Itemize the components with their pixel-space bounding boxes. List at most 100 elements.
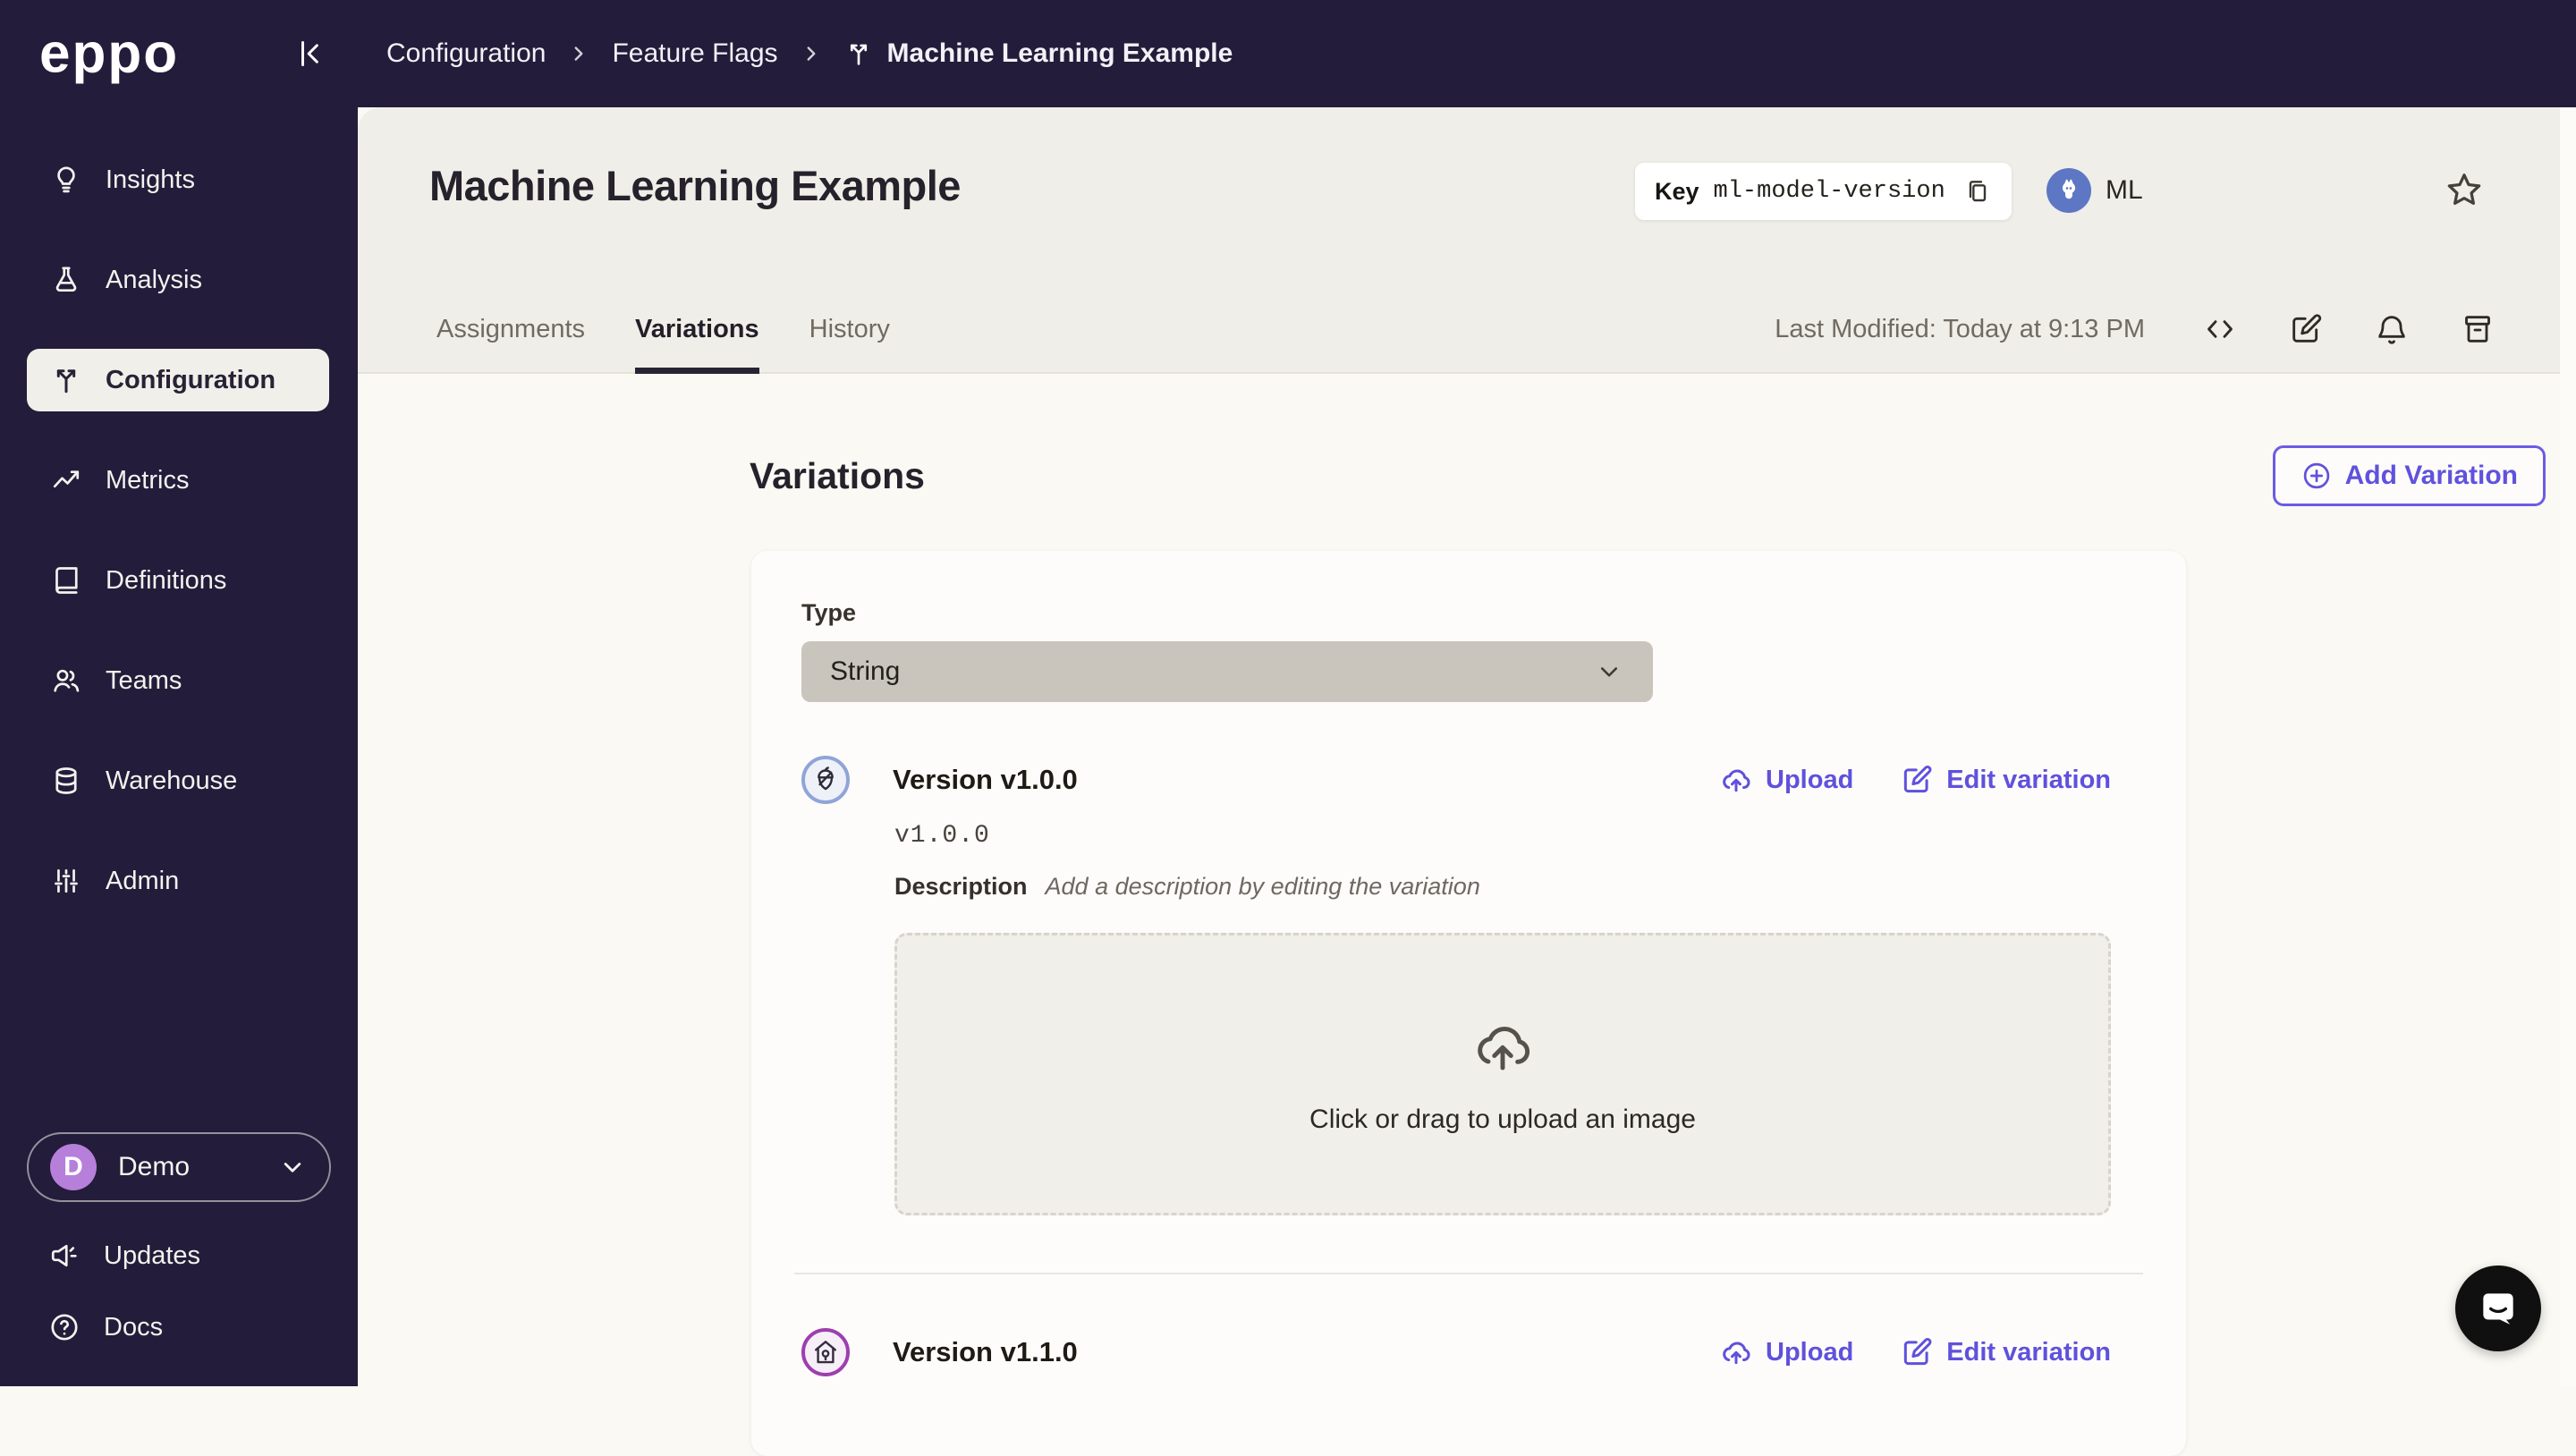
page-body: Variations Add Variation Type String Ver…	[358, 374, 2576, 1456]
people-icon	[50, 665, 82, 697]
type-select-value: String	[830, 656, 901, 686]
sidebar-item-label: Updates	[104, 1240, 201, 1270]
main-content: Machine Learning Example Key ml-model-ve…	[358, 107, 2576, 1456]
breadcrumb-configuration[interactable]: Configuration	[386, 38, 546, 69]
sidebar-item-metrics[interactable]: Metrics	[27, 449, 329, 512]
sliders-icon	[50, 865, 82, 897]
variation-value: v1.0.0	[894, 822, 990, 850]
chevron-right-icon	[567, 42, 590, 65]
variation-actions: Upload Edit variation	[1719, 763, 2111, 797]
description-label: Description	[894, 873, 1028, 900]
sidebar-item-label: Configuration	[106, 365, 276, 394]
header-meta: Last Modified: Today at 9:13 PM	[1775, 311, 2496, 347]
sidebar-item-warehouse[interactable]: Warehouse	[27, 749, 329, 812]
tab-variations[interactable]: Variations	[635, 315, 759, 374]
account-avatar: D	[50, 1144, 97, 1190]
upload-link[interactable]: Upload	[1719, 763, 1853, 797]
image-upload-dropzone[interactable]: Click or drag to upload an image	[894, 933, 2111, 1215]
cloud-upload-icon	[1470, 1013, 1536, 1079]
variations-section-head: Variations Add Variation	[750, 445, 2546, 506]
sidebar-item-configuration[interactable]: Configuration	[27, 349, 329, 411]
add-variation-button[interactable]: Add Variation	[2272, 445, 2546, 506]
bell-icon[interactable]	[2374, 311, 2410, 347]
variation-head: Version v1.1.0 Upload Edit variation	[801, 1328, 2111, 1376]
database-icon	[50, 765, 82, 797]
megaphone-icon	[48, 1240, 80, 1272]
archive-icon[interactable]	[2460, 311, 2496, 347]
tab-assignments[interactable]: Assignments	[436, 315, 585, 374]
page-title: Machine Learning Example	[429, 162, 961, 209]
variation-actions: Upload Edit variation	[1719, 1335, 2111, 1369]
sidebar-item-label: Docs	[104, 1312, 164, 1342]
edit-variation-link[interactable]: Edit variation	[1900, 1335, 2111, 1369]
sidebar-item-label: Warehouse	[106, 766, 238, 795]
copy-icon[interactable]	[1963, 177, 1992, 206]
help-circle-icon	[48, 1311, 80, 1343]
sidebar-item-teams[interactable]: Teams	[27, 649, 329, 712]
tab-history[interactable]: History	[809, 315, 890, 374]
sidebar-item-updates[interactable]: Updates	[27, 1229, 331, 1282]
edit-square-icon	[1900, 1335, 1934, 1369]
sidebar-item-label: Metrics	[106, 465, 190, 495]
cloud-upload-icon	[1719, 1335, 1753, 1369]
sidebar-item-insights[interactable]: Insights	[27, 148, 329, 211]
edit-variation-link[interactable]: Edit variation	[1900, 763, 2111, 797]
favorite-star-icon[interactable]	[2444, 170, 2485, 211]
sidebar-nav: Insights Analysis Configuration Metrics …	[27, 148, 329, 912]
chat-bubble-icon	[2476, 1286, 2521, 1331]
key-value: ml-model-version	[1713, 178, 1945, 205]
divider	[794, 1273, 2143, 1274]
eppo-logo: eppo	[39, 22, 180, 85]
type-select[interactable]: String	[801, 641, 1653, 702]
sidebar: Insights Analysis Configuration Metrics …	[0, 107, 358, 1386]
edit-icon[interactable]	[2288, 311, 2324, 347]
sidebar-item-analysis[interactable]: Analysis	[27, 249, 329, 311]
variation-description: Description Add a description by editing…	[894, 873, 2111, 901]
variation-item-v1-1-0: Version v1.1.0 Upload Edit variation	[801, 1328, 2111, 1376]
top-bar: eppo Configuration Feature Flags Machine…	[0, 0, 2576, 107]
upload-link[interactable]: Upload	[1719, 1335, 1853, 1369]
type-label: Type	[801, 599, 857, 626]
breadcrumb-feature-flags[interactable]: Feature Flags	[612, 38, 777, 69]
collapse-icon	[292, 36, 327, 72]
flask-icon	[50, 264, 82, 296]
account-switcher[interactable]: D Demo	[27, 1132, 331, 1202]
variation-item-v1-0-0: Version v1.0.0 Upload Edit variation v1.…	[801, 756, 2111, 1215]
sidebar-item-label: Analysis	[106, 265, 202, 294]
chevron-down-icon	[277, 1152, 308, 1182]
code-icon[interactable]	[2202, 311, 2238, 347]
plus-circle-icon	[2301, 460, 2333, 492]
sidebar-item-definitions[interactable]: Definitions	[27, 549, 329, 612]
sidebar-item-docs[interactable]: Docs	[27, 1300, 331, 1354]
lightbulb-icon	[50, 164, 82, 196]
owner-badge: ML	[2046, 168, 2143, 213]
chevron-down-icon	[1594, 656, 1624, 687]
scrollbar-track[interactable]	[2560, 107, 2576, 1386]
chart-line-icon	[50, 464, 82, 496]
owner-initials: ML	[2106, 175, 2143, 205]
sidebar-item-label: Teams	[106, 665, 182, 695]
sidebar-item-label: Insights	[106, 165, 195, 194]
variation-title: Version v1.1.0	[893, 1336, 1078, 1367]
edit-square-icon	[1900, 763, 1934, 797]
variations-card: Type String Version v1.0.0 Upload Edit v…	[751, 551, 2186, 1456]
chevron-right-icon	[800, 42, 823, 65]
variations-heading: Variations	[750, 454, 925, 496]
flag-key-chip: Key ml-model-version	[1635, 163, 2012, 220]
sidebar-item-label: Definitions	[106, 565, 227, 595]
page-header: Machine Learning Example Key ml-model-ve…	[358, 107, 2576, 374]
breadcrumb: Configuration Feature Flags Machine Lear…	[386, 0, 1233, 107]
birdhouse-icon	[801, 1328, 850, 1376]
acorn-icon	[801, 756, 850, 804]
key-label: Key	[1655, 177, 1699, 205]
llama-avatar-icon	[2046, 168, 2091, 213]
sidebar-item-admin[interactable]: Admin	[27, 850, 329, 912]
last-modified-text: Last Modified: Today at 9:13 PM	[1775, 314, 2145, 343]
chat-launcher-button[interactable]	[2455, 1266, 2541, 1351]
flag-split-icon	[844, 39, 873, 68]
tab-bar: Assignments Variations History	[436, 315, 890, 374]
variation-title: Version v1.0.0	[893, 764, 1078, 795]
description-placeholder: Add a description by editing the variati…	[1045, 873, 1480, 900]
sidebar-collapse-button[interactable]	[292, 36, 327, 72]
cloud-upload-icon	[1719, 763, 1753, 797]
